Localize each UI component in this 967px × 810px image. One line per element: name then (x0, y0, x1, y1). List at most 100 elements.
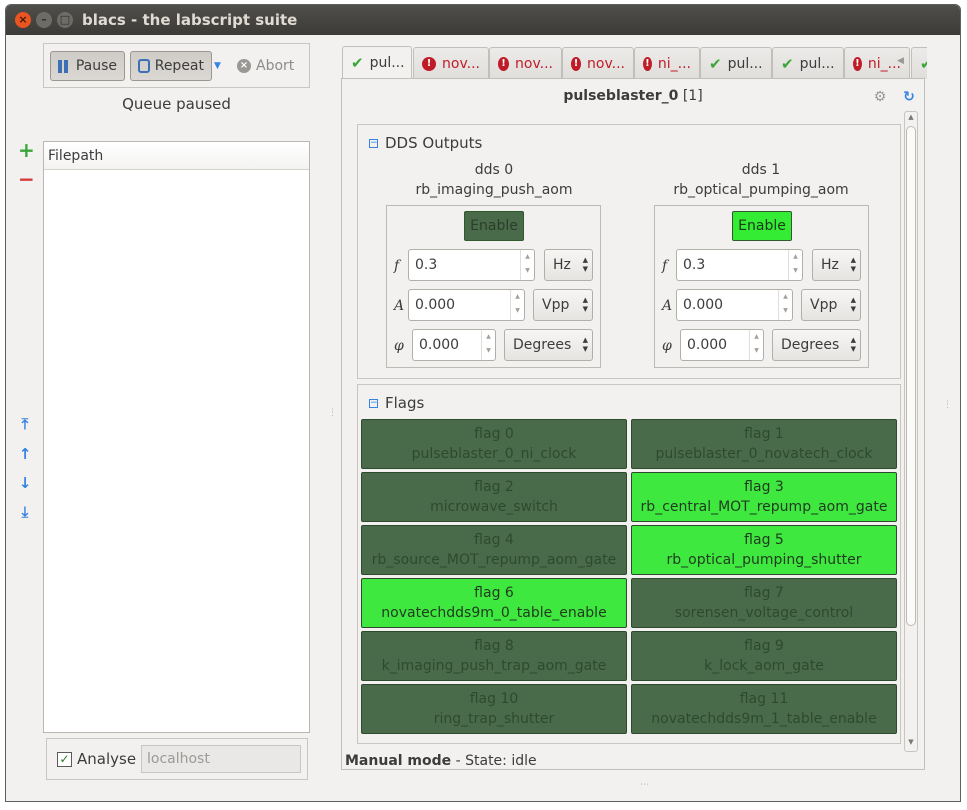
abort-button[interactable]: × Abort (237, 51, 294, 81)
flag-button[interactable]: flag 2 microwave_switch (361, 472, 627, 522)
tab-pulseblaster-3[interactable]: ✔ pul... (772, 47, 844, 79)
pause-button[interactable]: Pause (50, 51, 125, 81)
dds-0-connection: rb_imaging_push_aom (415, 182, 573, 198)
flag-button[interactable]: flag 6 novatechdds9m_0_table_enable (361, 578, 627, 628)
mode-label: Manual mode (345, 753, 452, 769)
device-scroll-area[interactable]: − DDS Outputs dds 0 rb_imaging_push_aom … (357, 114, 917, 747)
queue-status: Queue paused (122, 95, 231, 113)
repeat-button[interactable]: Repeat (130, 51, 212, 81)
tab-novatech-3[interactable]: ! nov... (562, 47, 634, 79)
tab-label: ni_... (657, 55, 691, 72)
dds-1-connection: rb_optical_pumping_aom (673, 182, 849, 198)
repeat-menu-arrow-icon[interactable]: ▼ (214, 61, 221, 71)
select-arrows-icon: ▲ ▼ (582, 296, 588, 313)
collapse-icon[interactable]: − (369, 138, 378, 148)
spin-arrows-icon[interactable]: ▲ ▼ (749, 330, 763, 360)
tab-novatech-2[interactable]: ! nov... (489, 47, 562, 79)
move-down-icon[interactable]: ↓ (17, 475, 33, 491)
tab-ni-1[interactable]: ! ni_... (634, 47, 700, 79)
move-to-bottom-icon[interactable]: ⤓ (17, 504, 33, 520)
flag-button[interactable]: flag 9 k_lock_aom_gate (631, 631, 897, 681)
tab-novatech-1[interactable]: ! nov... (413, 47, 489, 79)
spin-arrows-icon[interactable]: ▲ ▼ (788, 250, 802, 280)
flag-button[interactable]: flag 4 rb_source_MOT_repump_aom_gate (361, 525, 627, 575)
right-splitter-handle[interactable]: ⋮ (943, 400, 952, 410)
title-bar: × – □ blacs - the labscript suite (6, 5, 960, 35)
amplitude-symbol: A (662, 298, 673, 314)
analyse-label: Analyse (77, 750, 137, 768)
flag-button[interactable]: flag 8 k_imaging_push_trap_aom_gate (361, 631, 627, 681)
dds-0-frequency-unit-select[interactable]: Hz ▲ ▼ (544, 249, 593, 281)
scroll-down-icon[interactable]: ▼ (905, 738, 917, 746)
abort-icon: × (237, 59, 251, 73)
device-vertical-scrollbar[interactable]: ▲ ▼ (904, 111, 918, 752)
spin-arrows-icon[interactable]: ▲ ▼ (778, 290, 792, 320)
splitter-handle[interactable]: ⋮ (328, 408, 337, 418)
flag-name: flag 0 (474, 426, 514, 442)
flag-button[interactable]: flag 10 ring_trap_shutter (361, 684, 627, 734)
dds-group-title[interactable]: − DDS Outputs (369, 134, 482, 152)
remove-file-icon[interactable]: − (18, 169, 35, 189)
dds-0-amplitude-unit-select[interactable]: Vpp ▲ ▼ (533, 289, 593, 321)
add-file-icon[interactable]: + (18, 140, 35, 160)
dds-1-frequency-unit-select[interactable]: Hz ▲ ▼ (812, 249, 861, 281)
check-icon: ✔ (781, 54, 794, 73)
close-window-button[interactable]: × (15, 12, 31, 28)
spin-arrows-icon[interactable]: ▲ ▼ (510, 290, 524, 320)
dds-1-phase-spinbox[interactable]: 0.000 ▲ ▼ (680, 329, 764, 361)
tab-pulseblaster-0[interactable]: ✔ pul... (342, 46, 412, 79)
flag-connection: rb_optical_pumping_shutter (666, 552, 862, 568)
move-to-top-icon[interactable]: ⤒ (17, 416, 33, 432)
device-tab-bar: ✔ pul... ! nov... ! nov... ! nov... ! ni… (341, 45, 927, 79)
flag-name: flag 7 (744, 585, 784, 601)
dds-1-frequency-spinbox[interactable]: 0.3 ▲ ▼ (676, 249, 803, 281)
flag-name: flag 2 (474, 479, 514, 495)
dds-1-phase-unit-select[interactable]: Degrees ▲ ▼ (772, 329, 861, 361)
analyse-checkbox[interactable]: ✓ (57, 752, 72, 767)
queue-list[interactable]: Filepath (43, 141, 310, 733)
flags-group-title[interactable]: − Flags (369, 394, 424, 412)
tab-label: pul... (369, 55, 405, 71)
dds-0-phase-unit-select[interactable]: Degrees ▲ ▼ (504, 329, 593, 361)
tab-pulseblaster-2[interactable]: ✔ pul... (700, 47, 772, 79)
analysis-panel: ✓ Analyse localhost (46, 738, 308, 780)
dds-1-amplitude-unit-select[interactable]: Vpp ▲ ▼ (801, 289, 861, 321)
flag-button[interactable]: flag 3 rb_central_MOT_repump_aom_gate (631, 472, 897, 522)
flag-button[interactable]: flag 1 pulseblaster_0_novatech_clock (631, 419, 897, 469)
flag-name: flag 11 (739, 691, 789, 707)
restart-icon[interactable]: ↻ (901, 89, 917, 105)
dds-0-enable-button[interactable]: Enable (464, 211, 524, 241)
flag-button[interactable]: flag 0 pulseblaster_0_ni_clock (361, 419, 627, 469)
scrollbar-thumb[interactable] (906, 126, 916, 626)
tab-overflow[interactable]: ✔ (911, 47, 927, 79)
maximize-window-button[interactable]: □ (57, 12, 73, 28)
dds-1-amplitude-spinbox[interactable]: 0.000 ▲ ▼ (676, 289, 793, 321)
flag-connection: novatechdds9m_1_table_enable (651, 711, 877, 727)
dds-0-frequency-spinbox[interactable]: 0.3 ▲ ▼ (408, 249, 535, 281)
filepath-column-header[interactable]: Filepath (44, 142, 309, 170)
phase-symbol: φ (662, 338, 672, 354)
repeat-icon (138, 59, 150, 73)
spin-arrows-icon[interactable]: ▲ ▼ (481, 330, 495, 360)
smart-programming-icon[interactable]: ⚙ (872, 89, 888, 105)
dds-0-amplitude-spinbox[interactable]: 0.000 ▲ ▼ (408, 289, 525, 321)
flag-button[interactable]: flag 5 rb_optical_pumping_shutter (631, 525, 897, 575)
frequency-symbol: f (394, 258, 400, 274)
dds-0-phase-spinbox[interactable]: 0.000 ▲ ▼ (412, 329, 496, 361)
tab-scroll-left-icon[interactable]: ◀ (897, 56, 904, 66)
flag-button[interactable]: flag 11 novatechdds9m_1_table_enable (631, 684, 897, 734)
flag-button[interactable]: flag 7 sorensen_voltage_control (631, 578, 897, 628)
minimize-window-button[interactable]: – (36, 12, 52, 28)
move-up-icon[interactable]: ↑ (17, 446, 33, 462)
pause-icon (58, 59, 71, 73)
error-icon: ! (498, 56, 509, 71)
collapse-icon[interactable]: − (369, 398, 378, 408)
flag-name: flag 6 (474, 585, 514, 601)
spin-arrows-icon[interactable]: ▲ ▼ (520, 250, 534, 280)
dds-1-enable-button[interactable]: Enable (732, 211, 792, 241)
bottom-splitter-handle[interactable]: ⋯ (640, 780, 649, 790)
flag-name: flag 4 (474, 532, 514, 548)
flag-connection: rb_central_MOT_repump_aom_gate (640, 499, 888, 515)
analysis-host-input[interactable]: localhost (141, 745, 301, 773)
scroll-up-icon[interactable]: ▲ (905, 113, 917, 121)
